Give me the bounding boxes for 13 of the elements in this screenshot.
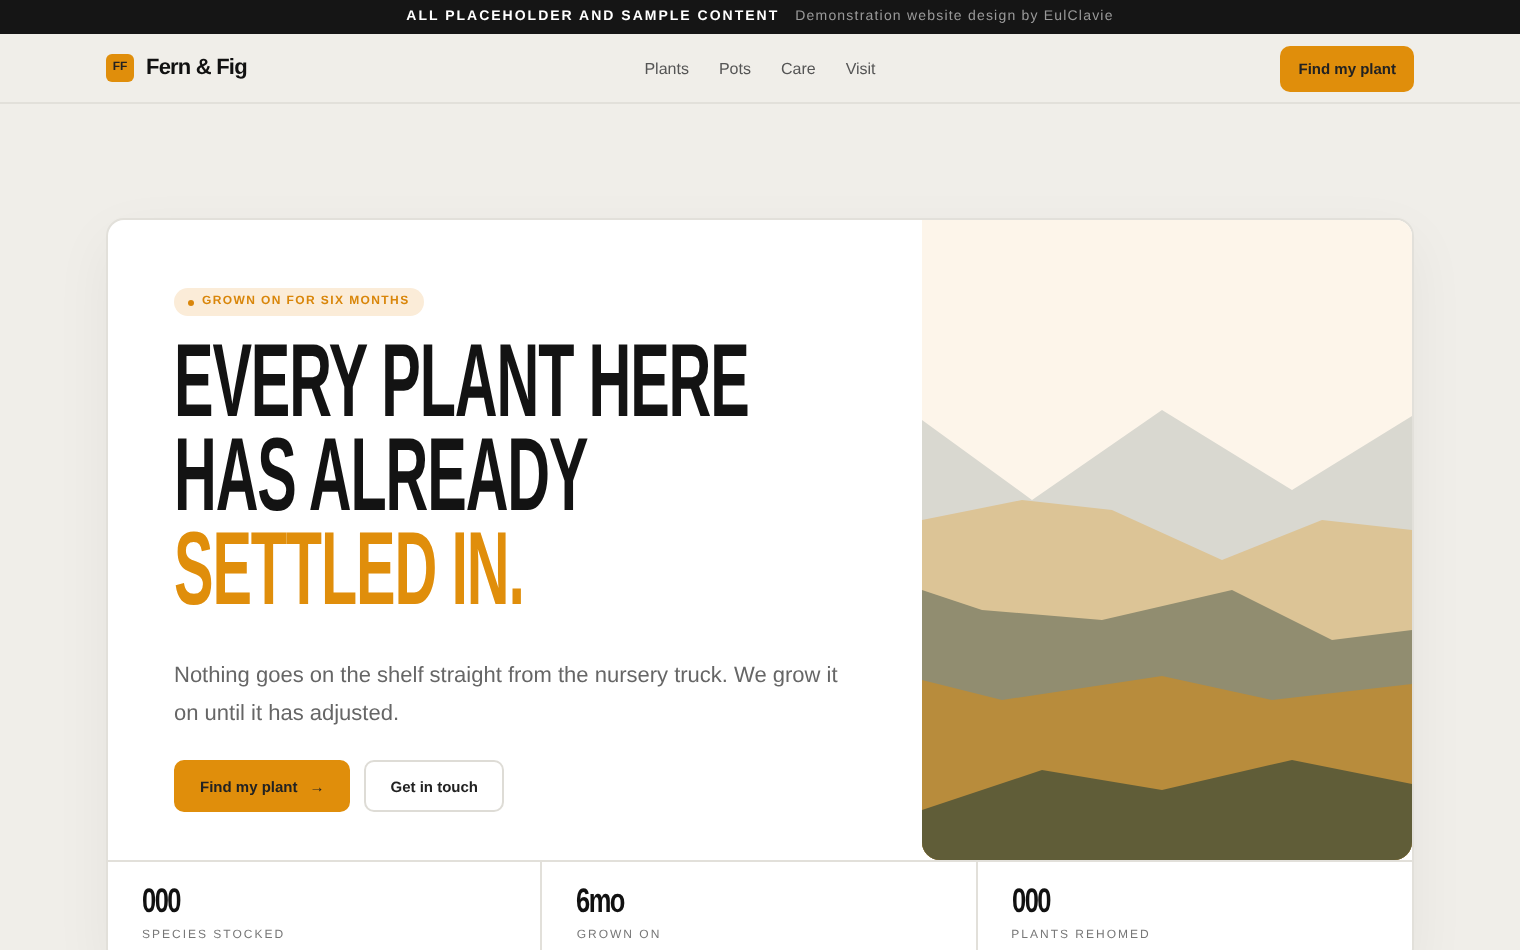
brand-name[interactable]: Fern & Fig — [146, 56, 247, 80]
dot-icon — [188, 299, 194, 305]
nav-link[interactable]: Pots — [718, 59, 751, 77]
hero-description: Nothing goes on the shelf straight from the nursery truck. We grow it on until it has adjusted. — [174, 662, 840, 730]
stat-value: 000 — [1011, 884, 1050, 918]
nav-link[interactable]: Care — [780, 59, 816, 77]
stat-value: 000 — [142, 884, 181, 918]
headline-accent: SETTLED IN. — [174, 524, 524, 618]
headline-line: HAS ALREADY — [174, 430, 588, 524]
headline-line: EVERY PLANT HERE — [174, 336, 749, 430]
nav-link[interactable]: Plants — [644, 59, 689, 77]
stat-value: 6mo — [576, 884, 625, 918]
nav-link[interactable]: Visit — [845, 59, 876, 77]
